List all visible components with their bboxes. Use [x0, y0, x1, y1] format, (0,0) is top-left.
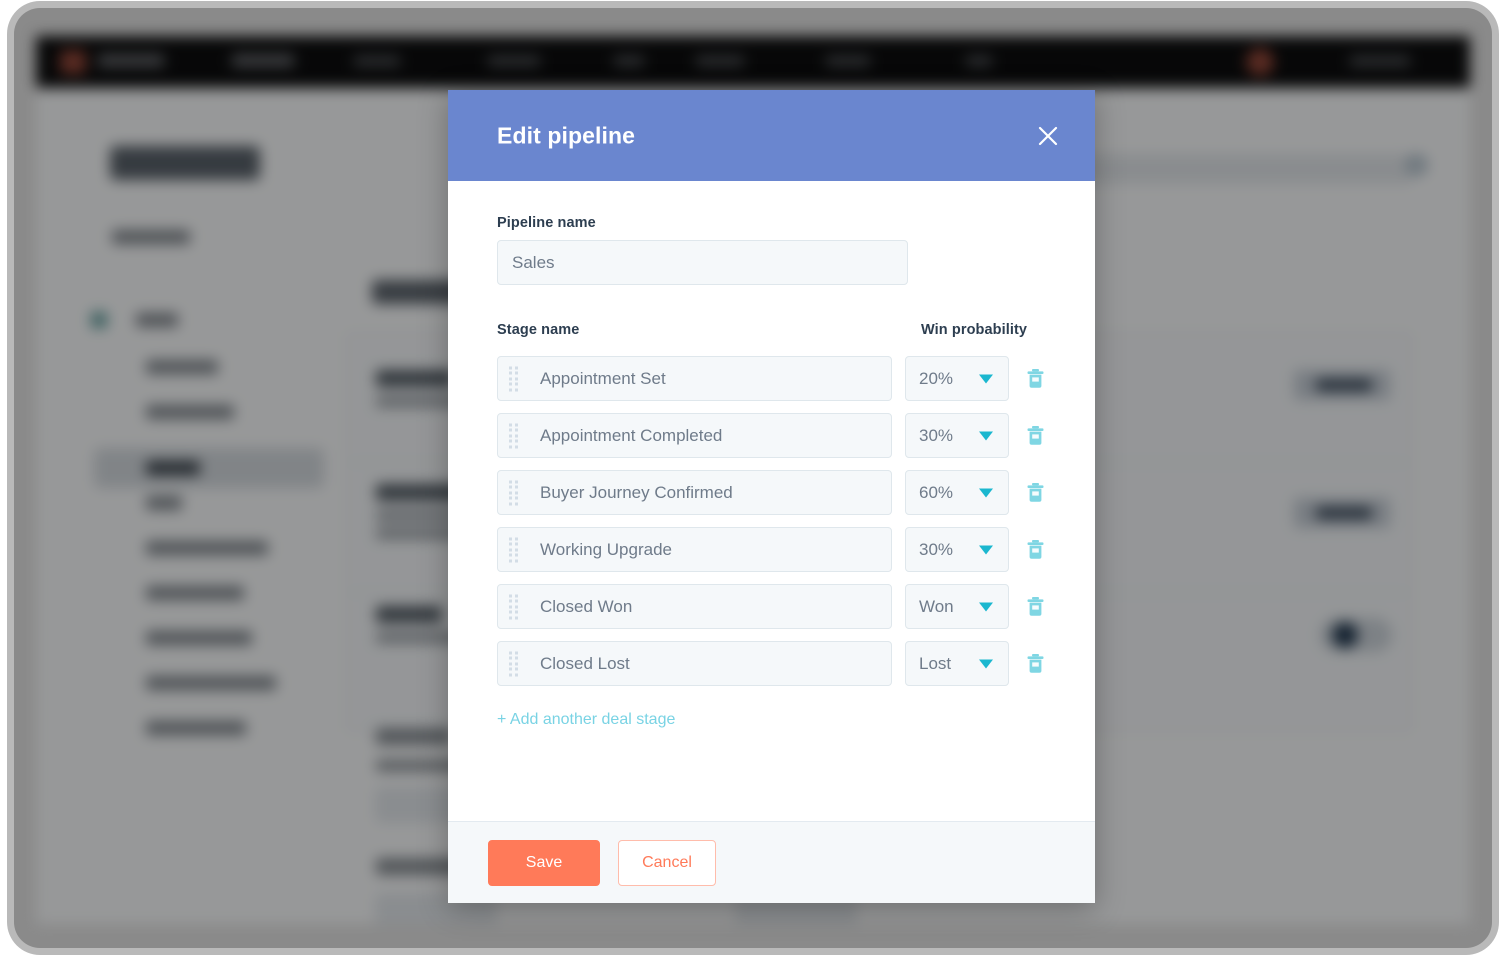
- win-probability-value: 30%: [918, 425, 954, 445]
- trash-icon[interactable]: [1025, 367, 1046, 391]
- expand-icon: [91, 312, 107, 328]
- nav-item-blur-1: [98, 54, 164, 67]
- win-probability-select[interactable]: 30%: [904, 527, 1009, 572]
- trash-icon[interactable]: [1025, 595, 1046, 619]
- sidebar-item-blur-4: [146, 496, 182, 510]
- background-top-nav: [36, 36, 1470, 88]
- search-icon: [1408, 156, 1426, 174]
- stage-name-header: Stage name: [497, 322, 580, 338]
- chevron-down-icon: [978, 431, 993, 440]
- edit-pipeline-dialog: Edit pipeline Pipeline name Stage name W…: [448, 90, 1095, 903]
- win-probability-value: 60%: [918, 482, 954, 502]
- nav-item-blur-5: [614, 56, 644, 66]
- sidebar-item-active: [94, 448, 324, 488]
- background-subheading-1: [376, 728, 452, 745]
- stage-name-input[interactable]: [497, 527, 892, 572]
- chevron-down-icon: [978, 374, 993, 383]
- nav-item-blur-9: [1350, 56, 1410, 66]
- stage-name-field: [497, 641, 892, 686]
- trash-icon[interactable]: [1025, 538, 1046, 562]
- win-probability-header: Win probability: [921, 322, 1028, 338]
- trash-icon[interactable]: [1025, 652, 1046, 676]
- card-row-title-3: [376, 606, 442, 623]
- stage-row: 30%: [497, 413, 1046, 458]
- stage-name-field: [497, 356, 892, 401]
- dialog-footer: Save Cancel: [448, 821, 1095, 903]
- add-another-deal-stage-link[interactable]: + Add another deal stage: [497, 711, 675, 729]
- brand-logo-icon: [60, 50, 86, 74]
- background-button-1-label: [1316, 379, 1372, 391]
- sidebar-item-blur-6: [146, 586, 244, 600]
- nav-item-blur-7: [826, 56, 870, 66]
- dialog-header: Edit pipeline: [448, 90, 1095, 181]
- drag-handle-icon[interactable]: [509, 366, 518, 391]
- stage-name-input[interactable]: [497, 413, 892, 458]
- sidebar-item-blur-9: [146, 721, 246, 735]
- win-probability-value: 30%: [918, 539, 954, 559]
- stage-name-input[interactable]: [497, 584, 892, 629]
- sidebar-group-blur-1: [112, 230, 190, 244]
- sidebar-item-blur-8: [146, 676, 276, 690]
- background-search-input: [1072, 154, 1412, 184]
- stage-name-field: [497, 470, 892, 515]
- sidebar-group-blur-2: [136, 313, 178, 327]
- nav-item-blur-4: [488, 56, 540, 66]
- stage-name-input[interactable]: [497, 356, 892, 401]
- card-row-title-1: [376, 370, 454, 387]
- stage-name-input[interactable]: [497, 470, 892, 515]
- stage-row: Won: [497, 584, 1046, 629]
- stage-row: 30%: [497, 527, 1046, 572]
- dialog-title: Edit pipeline: [497, 122, 636, 148]
- stage-name-field: [497, 584, 892, 629]
- stage-list: 20% 30% 60% 30% Won Lost: [497, 356, 1046, 686]
- stage-table-header: Stage name Win probability: [497, 322, 1046, 347]
- win-probability-value: Won: [918, 596, 954, 616]
- drag-handle-icon[interactable]: [509, 537, 518, 562]
- nav-item-blur-2: [232, 54, 294, 67]
- chevron-down-icon: [978, 602, 993, 611]
- screenshot-root: Edit pipeline Pipeline name Stage name W…: [0, 0, 1506, 956]
- nav-item-blur-8: [966, 56, 992, 66]
- drag-handle-icon[interactable]: [509, 423, 518, 448]
- sidebar-item-blur-1: [146, 360, 218, 374]
- win-probability-select[interactable]: 60%: [904, 470, 1009, 515]
- pipeline-name-input[interactable]: [497, 240, 908, 285]
- stage-row: 20%: [497, 356, 1046, 401]
- sidebar-item-blur-5: [146, 541, 268, 555]
- background-toggle-knob: [1332, 622, 1358, 648]
- chevron-down-icon: [978, 659, 993, 668]
- stage-row: 60%: [497, 470, 1046, 515]
- stage-name-field: [497, 413, 892, 458]
- trash-icon[interactable]: [1025, 481, 1046, 505]
- background-page-title: [110, 146, 260, 180]
- background-button-2-label: [1316, 507, 1372, 519]
- sidebar-item-blur-2: [146, 405, 234, 419]
- pipeline-name-label: Pipeline name: [497, 215, 596, 231]
- win-probability-select[interactable]: Lost: [904, 641, 1009, 686]
- stage-row: Lost: [497, 641, 1046, 686]
- stage-name-field: [497, 527, 892, 572]
- win-probability-select[interactable]: Won: [904, 584, 1009, 629]
- dialog-body: Pipeline name Stage name Win probability…: [448, 181, 1095, 821]
- sidebar-item-active-label: [146, 461, 200, 475]
- chevron-down-icon: [978, 488, 993, 497]
- close-icon[interactable]: [1033, 121, 1063, 151]
- nav-item-blur-3: [354, 56, 400, 66]
- nav-item-blur-6: [696, 56, 744, 66]
- win-probability-value: Lost: [918, 653, 952, 673]
- avatar: [1246, 48, 1274, 76]
- save-button[interactable]: Save: [488, 839, 600, 886]
- win-probability-value: 20%: [918, 368, 954, 388]
- win-probability-select[interactable]: 20%: [904, 356, 1009, 401]
- sidebar-item-blur-7: [146, 631, 252, 645]
- stage-name-input[interactable]: [497, 641, 892, 686]
- chevron-down-icon: [978, 545, 993, 554]
- cancel-button[interactable]: Cancel: [618, 839, 716, 886]
- win-probability-select[interactable]: 30%: [904, 413, 1009, 458]
- drag-handle-icon[interactable]: [509, 594, 518, 619]
- trash-icon[interactable]: [1025, 424, 1046, 448]
- drag-handle-icon[interactable]: [509, 651, 518, 676]
- browser-frame: Edit pipeline Pipeline name Stage name W…: [14, 8, 1492, 948]
- drag-handle-icon[interactable]: [509, 480, 518, 505]
